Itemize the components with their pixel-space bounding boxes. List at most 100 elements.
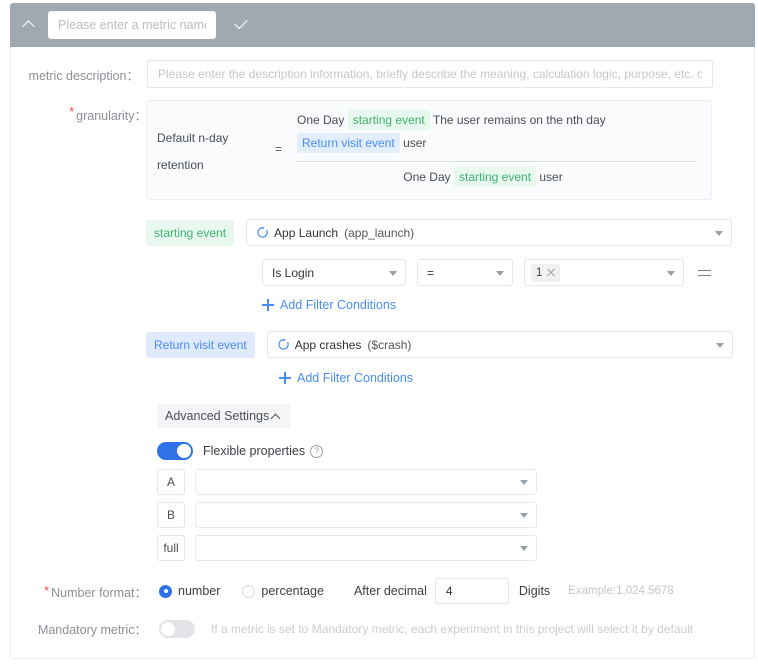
denominator-suffix-text: user — [539, 170, 563, 184]
advanced-settings-wrap: Advanced Settings — [157, 404, 291, 428]
cycle-event-icon — [277, 338, 290, 351]
filter-value-select[interactable]: 1 — [524, 259, 684, 286]
numerator-middle-text: The user remains on the nth day — [432, 113, 606, 127]
chevron-down-icon — [520, 546, 528, 551]
numerator-prefix-text: One Day — [297, 113, 345, 127]
chevron-down-icon — [715, 342, 724, 348]
metric-description-input[interactable] — [147, 60, 713, 88]
return-visit-event-select[interactable]: App crashes ($crash) — [266, 331, 733, 358]
editor-body: metric description： * granularity： Defau… — [10, 47, 755, 659]
radio-percentage[interactable]: percentage — [242, 584, 324, 598]
starting-event-add-filter-wrap: Add Filter Conditions — [262, 298, 396, 312]
add-filter-conditions-button-2[interactable]: Add Filter Conditions — [279, 371, 413, 385]
property-select-a[interactable] — [195, 469, 537, 495]
property-prefix-a: A — [157, 469, 185, 495]
mandatory-metric-hint: If a metric is set to Mandatory metric, … — [211, 621, 694, 636]
property-prefix-full: full — [157, 535, 185, 561]
starting-event-tag: starting event — [146, 219, 235, 246]
plus-icon — [279, 372, 291, 384]
mandatory-metric-row: Mandatory metric： If a metric is set to … — [11, 619, 744, 638]
property-row-a: A — [157, 469, 537, 495]
chevron-down-icon — [667, 270, 675, 276]
add-filter-conditions-button-1[interactable]: Add Filter Conditions — [262, 298, 396, 312]
numerator-return-visit-event-tag: Return visit event — [297, 133, 400, 153]
filter-operator-select[interactable]: = — [417, 259, 513, 286]
formula-definition-title: Default n-day retention — [157, 131, 229, 172]
return-visit-add-filter-wrap: Add Filter Conditions — [279, 371, 413, 385]
starting-event-name: App Launch — [274, 225, 339, 240]
cycle-event-icon — [256, 226, 269, 239]
filter-property-select[interactable]: Is Login — [262, 259, 406, 286]
return-visit-event-name: App crashes — [294, 337, 362, 352]
chevron-up-icon — [270, 410, 282, 422]
check-icon[interactable] — [232, 16, 250, 34]
advanced-settings-toggle-button[interactable]: Advanced Settings — [157, 404, 291, 428]
property-select-b[interactable] — [195, 502, 537, 528]
property-select-full[interactable] — [195, 535, 537, 561]
toggle-knob — [161, 621, 175, 636]
property-row-full: full — [157, 535, 537, 561]
granularity-label: granularity： — [76, 109, 147, 123]
number-format-label: Number format： — [51, 585, 147, 600]
radio-number-indicator — [159, 584, 172, 598]
chevron-down-icon — [389, 270, 397, 276]
toggle-knob — [177, 444, 191, 458]
return-visit-event-key: ($crash) — [367, 337, 412, 352]
metric-editor-page: metric description： * granularity： Defau… — [0, 0, 758, 667]
starting-event-row: starting event App Launch (app_launch) — [146, 219, 733, 246]
mandatory-metric-toggle[interactable] — [159, 619, 195, 638]
return-visit-event-row: Return visit event App crashes ($crash) — [146, 331, 733, 358]
plus-icon — [262, 299, 274, 311]
flexible-properties-row: Flexible properties ? — [157, 442, 324, 460]
number-format-label-wrap: * Number format： — [11, 582, 147, 601]
filter-property-value: Is Login — [272, 265, 315, 280]
chevron-down-icon — [520, 480, 528, 485]
numerator-suffix-text: user — [403, 136, 427, 150]
flexible-properties-toggle[interactable] — [157, 442, 193, 460]
chevron-down-icon — [496, 270, 504, 276]
question-mark-icon[interactable]: ? — [310, 444, 324, 458]
number-format-row: * Number format： number percentage After… — [11, 578, 744, 604]
decimal-digits-input[interactable] — [434, 578, 509, 604]
metric-name-input[interactable] — [48, 11, 216, 39]
filter-operator-value: = — [427, 265, 435, 280]
formula-denominator: One Day starting event user — [297, 166, 697, 189]
chevron-up-icon[interactable] — [22, 17, 38, 33]
flexible-properties-label: Flexible properties — [203, 444, 306, 458]
formula-fraction: One Day starting event The user remains … — [297, 109, 697, 189]
add-filter-label-1: Add Filter Conditions — [280, 298, 397, 312]
number-format-example: Example:1,024.5678 — [568, 585, 674, 597]
add-filter-label-2: Add Filter Conditions — [297, 371, 414, 385]
starting-event-filter-row: Is Login = 1 — [262, 259, 713, 286]
radio-percentage-label: percentage — [261, 584, 324, 598]
editor-header — [10, 3, 755, 47]
digits-label: Digits — [518, 584, 551, 598]
property-row-b: B — [157, 502, 537, 528]
metric-description-label: metric description： — [28, 68, 139, 83]
radio-number[interactable]: number — [159, 584, 220, 598]
required-asterisk: * — [69, 105, 75, 119]
swap-icon[interactable] — [697, 265, 713, 281]
filter-value-tag[interactable]: 1 — [531, 263, 561, 282]
filter-value-text: 1 — [536, 266, 543, 279]
formula-numerator: One Day starting event The user remains … — [297, 109, 697, 159]
chevron-down-icon — [520, 513, 528, 518]
advanced-settings-label: Advanced Settings — [165, 409, 270, 423]
granularity-formula-box: Default n-day retention = One Day starti… — [146, 100, 712, 200]
starting-event-select[interactable]: App Launch (app_launch) — [246, 219, 733, 246]
required-asterisk: * — [44, 584, 50, 598]
metric-description-row: metric description： — [11, 60, 744, 88]
starting-event-key: (app_launch) — [344, 225, 415, 240]
radio-number-label: number — [178, 584, 221, 598]
radio-percentage-indicator — [242, 584, 256, 598]
numerator-starting-event-tag: starting event — [347, 110, 430, 130]
mandatory-metric-label: Mandatory metric： — [37, 623, 147, 637]
close-icon[interactable] — [545, 267, 557, 279]
denominator-prefix-text: One Day — [403, 170, 451, 184]
return-visit-event-tag: Return visit event — [146, 331, 255, 358]
granularity-label-wrap: * granularity： — [11, 105, 147, 124]
formula-equals-sign: = — [275, 142, 283, 156]
property-prefix-b: B — [157, 502, 185, 528]
chevron-down-icon — [715, 230, 724, 236]
after-decimal-label: After decimal — [353, 584, 427, 598]
